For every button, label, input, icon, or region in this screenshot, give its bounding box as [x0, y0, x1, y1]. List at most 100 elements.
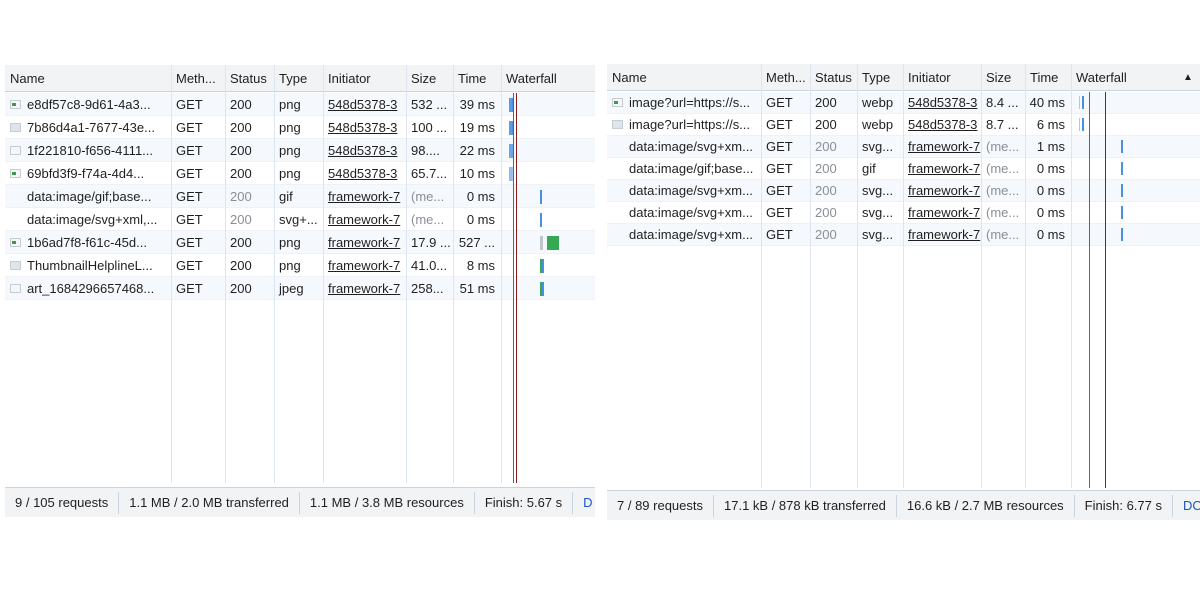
waterfall-bar: [540, 190, 542, 204]
status-bar: 9 / 105 requests 1.1 MB / 2.0 MB transfe…: [5, 487, 595, 517]
table-row[interactable]: 1f221810-f656-4111... GET 200 png 548d5378-3…: [5, 139, 595, 162]
status-cell: 200: [225, 162, 274, 184]
column-divider: [453, 65, 454, 483]
sort-ascending-icon[interactable]: ▲: [1183, 72, 1193, 83]
method-cell: GET: [171, 162, 225, 184]
initiator-link[interactable]: framework-7: [903, 136, 981, 157]
initiator-text: framework-7: [908, 183, 981, 198]
status-cell: 200: [225, 139, 274, 161]
status-text: 200: [230, 142, 252, 158]
status-text: 200: [815, 205, 837, 220]
initiator-link[interactable]: framework-7: [903, 202, 981, 223]
status-text: 200: [815, 161, 837, 176]
initiator-link[interactable]: framework-7: [323, 277, 406, 299]
table-row[interactable]: data:image/svg+xml,... GET 200 svg+... frame…: [5, 208, 595, 231]
initiator-link[interactable]: framework-7: [323, 254, 406, 276]
initiator-link[interactable]: 548d5378-3: [323, 162, 406, 184]
name-text: 69bfd3f9-f74a-4d4...: [27, 165, 145, 181]
status-cell: 200: [810, 114, 857, 135]
type-cell: svg...: [857, 224, 903, 245]
column-header-size[interactable]: Size: [406, 65, 453, 91]
size-text: 17.9 ...: [411, 234, 451, 250]
column-header-waterfall[interactable]: Waterfall: [501, 65, 595, 91]
name-text: ThumbnailHelplineL...: [27, 257, 153, 273]
type-cell: webp: [857, 114, 903, 135]
size-cell: (me...: [406, 208, 453, 230]
name-cell: data:image/gif;base...: [5, 185, 171, 207]
initiator-link[interactable]: framework-7: [903, 224, 981, 245]
column-header-time[interactable]: Time: [453, 65, 501, 91]
table-row[interactable]: ThumbnailHelplineL... GET 200 png framework-…: [5, 254, 595, 277]
column-divider: [981, 64, 982, 488]
blank-icon: [612, 230, 623, 239]
method-text: GET: [176, 234, 203, 250]
column-header-name[interactable]: Name: [607, 64, 761, 90]
table-row[interactable]: art_1684296657468... GET 200 jpeg framework-…: [5, 277, 595, 300]
initiator-link[interactable]: framework-7: [323, 208, 406, 230]
name-cell: 7b86d4a1-7677-43e...: [5, 116, 171, 138]
size-cell: (me...: [981, 158, 1025, 179]
resources-size: 1.1 MB / 3.8 MB resources: [300, 491, 475, 514]
type-text: png: [279, 142, 301, 158]
name-cell: 1b6ad7f8-f61c-45d...: [5, 231, 171, 253]
time-cell: 22 ms: [453, 139, 501, 161]
initiator-link[interactable]: framework-7: [323, 185, 406, 207]
column-header-status[interactable]: Status: [225, 65, 274, 91]
initiator-link[interactable]: 548d5378-3: [323, 116, 406, 138]
name-text: 1b6ad7f8-f61c-45d...: [27, 234, 147, 250]
type-cell: png: [274, 231, 323, 253]
column-header-initiator[interactable]: Initiator: [323, 65, 406, 91]
time-cell: 0 ms: [1025, 180, 1071, 201]
initiator-text: 548d5378-3: [908, 95, 978, 110]
name-text: data:image/svg+xm...: [629, 205, 753, 220]
name-cell: data:image/gif;base...: [607, 158, 761, 179]
table-row[interactable]: 1b6ad7f8-f61c-45d... GET 200 png framework-7…: [5, 231, 595, 254]
method-text: GET: [176, 165, 203, 181]
method-text: GET: [766, 117, 793, 132]
column-header-size[interactable]: Size: [981, 64, 1025, 90]
column-header-initiator[interactable]: Initiator: [903, 64, 981, 90]
column-header-waterfall[interactable]: Waterfall: [1071, 64, 1200, 90]
table-row[interactable]: 69bfd3f9-f74a-4d4... GET 200 png 548d5378-3 6…: [5, 162, 595, 185]
initiator-link[interactable]: framework-7: [323, 231, 406, 253]
initiator-link[interactable]: framework-7: [903, 158, 981, 179]
finish-time: Finish: 6.77 s: [1075, 494, 1173, 517]
blank-icon: [612, 164, 623, 173]
name-cell: data:image/svg+xml,...: [5, 208, 171, 230]
column-header-name[interactable]: Name: [5, 65, 171, 91]
initiator-link[interactable]: 548d5378-3: [903, 92, 981, 113]
time-cell: 19 ms: [453, 116, 501, 138]
size-cell: 17.9 ...: [406, 231, 453, 253]
table-row[interactable]: 7b86d4a1-7677-43e... GET 200 png 548d5378-3 1…: [5, 116, 595, 139]
column-header-type[interactable]: Type: [857, 64, 903, 90]
time-cell: 51 ms: [453, 277, 501, 299]
method-text: GET: [766, 183, 793, 198]
method-cell: GET: [171, 208, 225, 230]
name-cell: 69bfd3f9-f74a-4d4...: [5, 162, 171, 184]
initiator-link[interactable]: 548d5378-3: [323, 139, 406, 161]
type-cell: svg+...: [274, 208, 323, 230]
blank-icon: [10, 215, 21, 224]
type-text: svg...: [862, 205, 894, 220]
method-text: GET: [766, 139, 793, 154]
status-cell: 200: [810, 180, 857, 201]
waterfall-bar: [1121, 162, 1123, 175]
column-header-status[interactable]: Status: [810, 64, 857, 90]
initiator-link[interactable]: framework-7: [903, 180, 981, 201]
size-text: 100 ...: [411, 119, 448, 135]
initiator-link[interactable]: 548d5378-3: [903, 114, 981, 135]
table-row[interactable]: data:image/gif;base... GET 200 gif framework…: [5, 185, 595, 208]
size-cell: 8.4 ...: [981, 92, 1025, 113]
column-header-label: Status: [230, 70, 267, 86]
column-header-method[interactable]: Meth...: [171, 65, 225, 91]
image-icon: [10, 168, 21, 178]
initiator-text: 548d5378-3: [328, 96, 398, 112]
column-header-type[interactable]: Type: [274, 65, 323, 91]
name-cell: data:image/svg+xm...: [607, 224, 761, 245]
column-header-time[interactable]: Time: [1025, 64, 1071, 90]
column-header-method[interactable]: Meth...: [761, 64, 810, 90]
initiator-text: framework-7: [328, 257, 401, 273]
time-cell: 10 ms: [453, 162, 501, 184]
initiator-link[interactable]: 548d5378-3: [323, 93, 406, 115]
table-row[interactable]: e8df57c8-9d61-4a3... GET 200 png 548d5378-3 5…: [5, 93, 595, 116]
